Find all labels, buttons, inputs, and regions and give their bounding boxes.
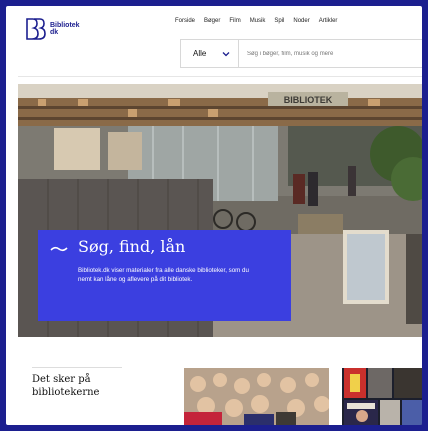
nav-item-noder[interactable]: Noder	[293, 18, 309, 24]
nav-item-film[interactable]: Film	[229, 18, 240, 24]
event-thumbnail-books[interactable]	[342, 368, 422, 425]
events-title: Det sker på bibliotekerne	[32, 374, 100, 398]
logo-mark-icon	[26, 18, 46, 40]
main-nav: Forside Bøger Film Musik Spil Noder Arti…	[175, 18, 337, 24]
hero-title: Søg, find, lån	[78, 237, 186, 256]
hero-description: Bibliotek.dk viser materialer fra alle d…	[78, 267, 249, 283]
nav-item-artikler[interactable]: Artikler	[319, 18, 338, 24]
header-divider	[18, 76, 422, 77]
search-category-value: Alle	[193, 49, 207, 58]
logo-line-2: dk	[50, 29, 59, 36]
books-photo	[342, 368, 422, 425]
event-thumbnail-audience[interactable]	[184, 368, 329, 425]
wave-icon	[50, 246, 68, 252]
site-logo[interactable]: Bibliotek dk	[26, 18, 80, 40]
nav-item-spil[interactable]: Spil	[274, 18, 284, 24]
nav-item-forside[interactable]: Forside	[175, 18, 195, 24]
logo-text: Bibliotek dk	[50, 22, 80, 36]
events-rule	[32, 367, 122, 368]
library-sign: BIBLIOTEK	[284, 95, 333, 105]
browser-viewport: Bibliotek dk Forside Bøger Film Musik Sp…	[6, 6, 422, 425]
chevron-down-icon	[222, 51, 230, 56]
search-category-select[interactable]: Alle	[181, 40, 239, 67]
audience-photo	[184, 368, 329, 425]
logo-line-1: Bibliotek	[50, 22, 80, 29]
search-bar: Alle	[180, 39, 422, 68]
nav-item-musik[interactable]: Musik	[250, 18, 266, 24]
search-input[interactable]	[239, 49, 409, 58]
hero-card: Søg, find, lån Bibliotek.dk viser materi…	[38, 230, 291, 321]
nav-item-boger[interactable]: Bøger	[204, 18, 220, 24]
hero-banner: BIBLIOTEK Søg, find, lån Bibliotek.dk vi…	[18, 84, 422, 337]
